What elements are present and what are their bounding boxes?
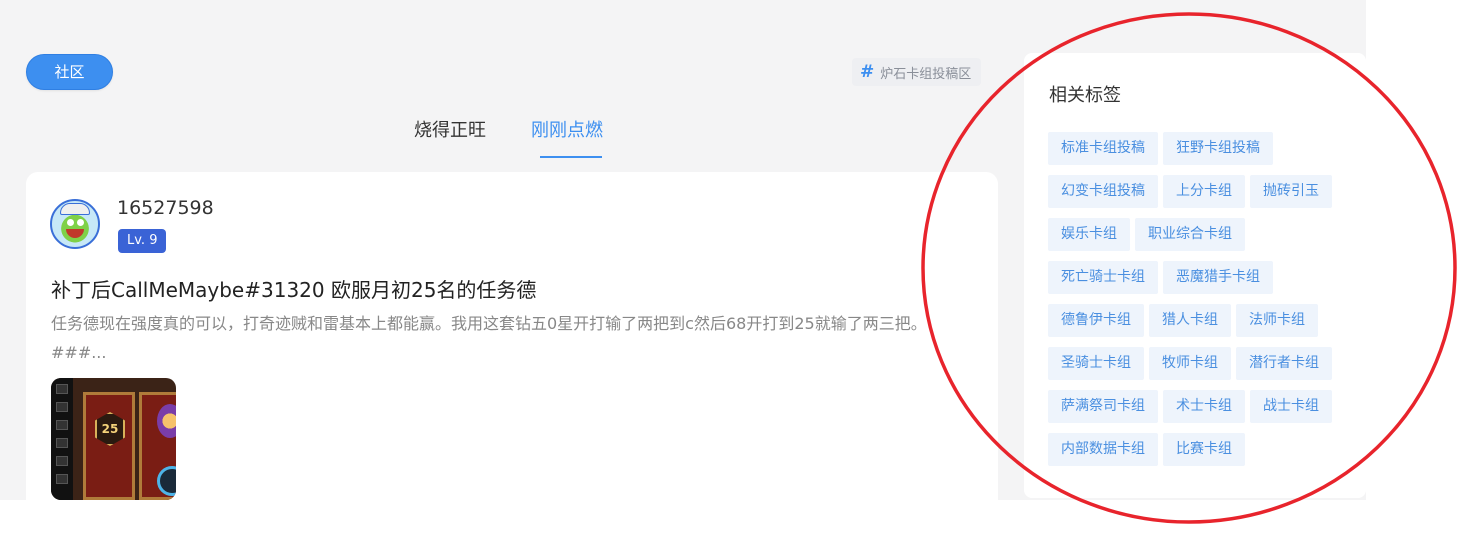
tag-item[interactable]: 圣骑士卡组 — [1048, 347, 1144, 380]
tab-new[interactable]: 刚刚点燃 — [531, 116, 603, 142]
tag-item[interactable]: 标准卡组投稿 — [1048, 132, 1158, 165]
avatar-eye-right — [77, 219, 84, 226]
related-tags-panel: 相关标签 标准卡组投稿 狂野卡组投稿 幻变卡组投稿 上分卡组 抛砖引玉娱乐卡组 职业综合卡… — [1024, 53, 1366, 498]
post-card[interactable]: 16527598 Lv. 9 补丁后CallMeMaybe#31320 欧服月初… — [26, 172, 998, 512]
tag-item[interactable]: 内部数据卡组 — [1048, 433, 1158, 466]
related-tags-title: 相关标签 — [1049, 85, 1121, 106]
tag-item[interactable]: 恶魔猎手卡组 — [1163, 261, 1273, 294]
tag-item[interactable]: 战士卡组 — [1250, 390, 1332, 423]
post-thumbnail[interactable]: 25 — [51, 378, 176, 500]
tag-item[interactable]: 德鲁伊卡组 — [1048, 304, 1144, 337]
tag-item[interactable]: 牧师卡组 — [1149, 347, 1231, 380]
post-excerpt[interactable]: 任务德现在强度真的可以，打奇迹贼和雷基本上都能赢。我用这套钻五0星开打输了两把到… — [51, 309, 981, 367]
avatar-hat — [60, 203, 90, 215]
tag-item[interactable]: 娱乐卡组 — [1048, 218, 1130, 251]
thumbnail-card-panel — [83, 392, 135, 500]
avatar[interactable] — [50, 199, 100, 249]
related-tags-list: 标准卡组投稿 狂野卡组投稿 幻变卡组投稿 上分卡组 抛砖引玉娱乐卡组 职业综合卡组死亡骑士… — [1048, 132, 1358, 466]
topic-tag[interactable]: # 炉石卡组投稿区 — [852, 58, 982, 86]
avatar-mouth — [66, 229, 84, 238]
tag-item[interactable]: 萨满祭司卡组 — [1048, 390, 1158, 423]
topic-tag-label: 炉石卡组投稿区 — [880, 66, 972, 82]
tab-hot[interactable]: 烧得正旺 — [414, 116, 486, 142]
tag-item[interactable]: 狂野卡组投稿 — [1163, 132, 1273, 165]
active-tab-indicator — [540, 156, 602, 158]
tag-item[interactable]: 法师卡组 — [1236, 304, 1318, 337]
thumbnail-gem — [157, 404, 176, 438]
thumbnail-sidebar — [51, 378, 73, 500]
hash-icon: # — [860, 62, 875, 82]
tag-item[interactable]: 上分卡组 — [1163, 175, 1245, 208]
level-badge: Lv. 9 — [118, 229, 167, 253]
tag-item[interactable]: 职业综合卡组 — [1135, 218, 1245, 251]
tag-item[interactable]: 死亡骑士卡组 — [1048, 261, 1158, 294]
avatar-eye-left — [67, 219, 74, 226]
tag-item[interactable]: 比赛卡组 — [1163, 433, 1245, 466]
tag-item[interactable]: 幻变卡组投稿 — [1048, 175, 1158, 208]
community-button[interactable]: 社区 — [26, 54, 113, 90]
tag-item[interactable]: 潜行者卡组 — [1236, 347, 1332, 380]
tag-item[interactable]: 抛砖引玉 — [1250, 175, 1332, 208]
post-title[interactable]: 补丁后CallMeMaybe#31320 欧服月初25名的任务德 — [51, 274, 536, 303]
tag-item[interactable]: 猎人卡组 — [1149, 304, 1231, 337]
username[interactable]: 16527598 — [117, 197, 214, 219]
tag-item[interactable]: 术士卡组 — [1163, 390, 1245, 423]
